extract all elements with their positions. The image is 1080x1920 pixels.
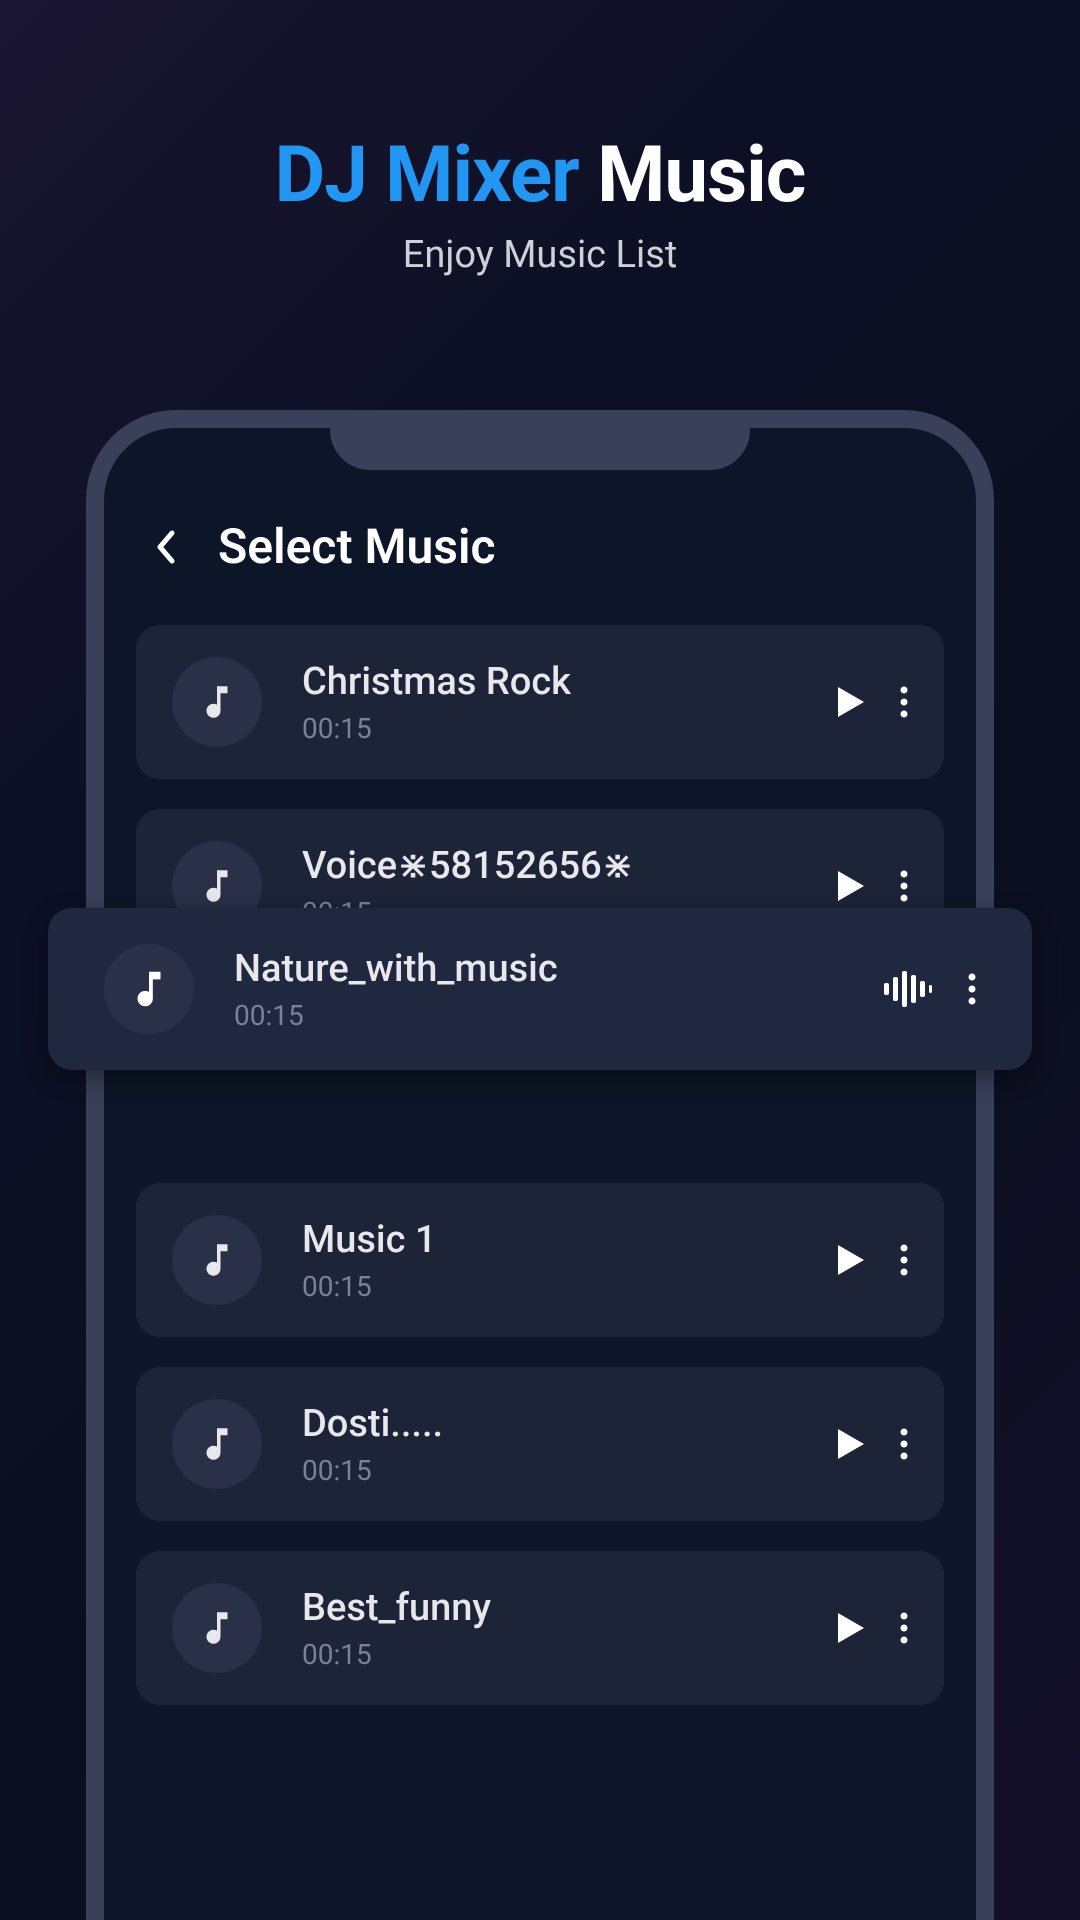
track-duration: 00:15: [234, 999, 844, 1032]
app-title: DJ Mixer Music: [0, 130, 1080, 221]
now-playing-icon[interactable]: [884, 971, 932, 1007]
track-info: Music 1 00:15: [302, 1218, 798, 1303]
track-list: Christmas Rock 00:15 Voice⋇58152656⋇ 00:…: [104, 625, 976, 1705]
more-button[interactable]: [900, 1244, 908, 1276]
title-part-white: Music: [597, 130, 805, 221]
track-duration: 00:15: [302, 712, 798, 745]
track-title: Dosti.....: [302, 1402, 798, 1446]
play-button[interactable]: [838, 1613, 864, 1643]
track-actions: [838, 1428, 908, 1460]
more-button[interactable]: [900, 870, 908, 902]
track-actions: [838, 1244, 908, 1276]
track-title: Christmas Rock: [302, 660, 798, 704]
app-promo-header: DJ Mixer Music Enjoy Music List: [0, 0, 1080, 277]
track-actions: [838, 686, 908, 718]
play-button[interactable]: [838, 687, 864, 717]
track-title: Music 1: [302, 1218, 798, 1262]
track-item-active[interactable]: Nature_with_music 00:15: [48, 908, 1032, 1070]
music-note-icon: [172, 1399, 262, 1489]
music-note-icon: [104, 944, 194, 1034]
track-item[interactable]: Best_funny 00:15: [136, 1551, 944, 1705]
music-note-icon: [172, 657, 262, 747]
track-title: Voice⋇58152656⋇: [302, 843, 798, 888]
play-button[interactable]: [838, 871, 864, 901]
music-note-icon: [172, 1583, 262, 1673]
play-button[interactable]: [838, 1429, 864, 1459]
track-duration: 00:15: [302, 1638, 798, 1671]
track-title: Nature_with_music: [234, 947, 844, 991]
track-title: Best_funny: [302, 1586, 798, 1630]
music-note-icon: [172, 1215, 262, 1305]
app-subtitle: Enjoy Music List: [0, 233, 1080, 277]
phone-mockup-frame: Select Music Christmas Rock 00:15: [86, 410, 994, 1920]
track-actions: [838, 870, 908, 902]
more-button[interactable]: [900, 686, 908, 718]
back-button[interactable]: [154, 527, 178, 567]
track-actions: [838, 1612, 908, 1644]
screen-title: Select Music: [218, 518, 495, 575]
track-info: Christmas Rock 00:15: [302, 660, 798, 745]
track-item[interactable]: Music 1 00:15: [136, 1183, 944, 1337]
track-info: Dosti..... 00:15: [302, 1402, 798, 1487]
track-duration: 00:15: [302, 1454, 798, 1487]
more-button[interactable]: [900, 1612, 908, 1644]
more-button[interactable]: [900, 1428, 908, 1460]
track-duration: 00:15: [302, 1270, 798, 1303]
chevron-left-icon: [156, 529, 176, 565]
track-info: Best_funny 00:15: [302, 1586, 798, 1671]
track-actions: [884, 971, 976, 1007]
title-part-blue: DJ Mixer: [275, 130, 579, 221]
phone-notch: [330, 410, 750, 470]
track-item[interactable]: Christmas Rock 00:15: [136, 625, 944, 779]
more-button[interactable]: [968, 973, 976, 1005]
play-button[interactable]: [838, 1245, 864, 1275]
track-item[interactable]: Dosti..... 00:15: [136, 1367, 944, 1521]
track-info: Nature_with_music 00:15: [234, 947, 844, 1032]
